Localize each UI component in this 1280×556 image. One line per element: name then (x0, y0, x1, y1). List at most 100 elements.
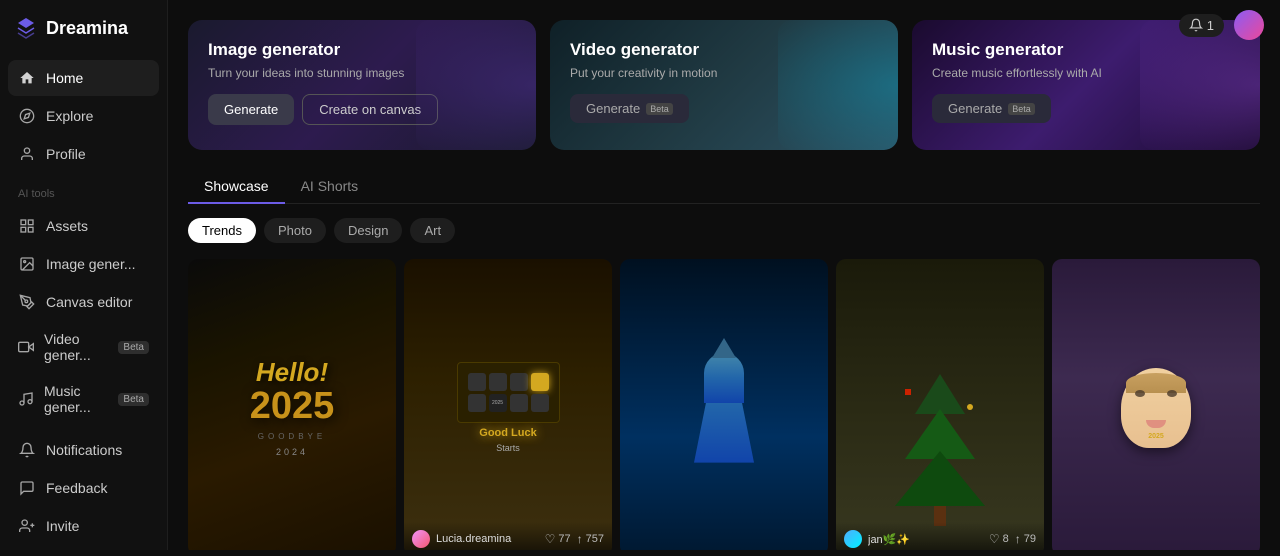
starts-text: Starts (496, 443, 520, 453)
user-icon (18, 145, 36, 163)
bottom-nav: Notifications Feedback Invite (0, 428, 167, 556)
jan-view-count: 79 (1024, 533, 1036, 545)
nav-label-explore: Explore (46, 108, 93, 124)
view-icon: ↑ (577, 532, 583, 546)
pill-trends[interactable]: Trends (188, 218, 256, 243)
image-grid: Hello! 2025 GOODBYE 2024 (188, 259, 1260, 550)
nav-item-image-generator[interactable]: Image gener... (8, 246, 159, 282)
pill-design[interactable]: Design (334, 218, 402, 243)
video-beta-tag: Beta (646, 103, 673, 115)
ai-tools-label: AI tools (0, 176, 167, 204)
lucia-username: Lucia.dreamina (436, 533, 539, 545)
lucia-likes: ♡ 77 (545, 532, 571, 546)
pill-photo[interactable]: Photo (264, 218, 326, 243)
nav-item-canvas-editor[interactable]: Canvas editor (8, 284, 159, 320)
nav-item-feedback[interactable]: Feedback (8, 470, 159, 506)
baby-face: 2025 (1121, 368, 1191, 448)
tab-showcase[interactable]: Showcase (188, 170, 285, 204)
nav-label-canvas: Canvas editor (46, 294, 132, 310)
baby-bg: 2025 (1052, 259, 1260, 550)
jan-avatar (844, 530, 862, 548)
nav-item-profile[interactable]: Profile (8, 136, 159, 172)
music-beta-badge: Beta (118, 393, 149, 406)
logo-text: Dreamina (46, 18, 128, 39)
generator-grid: Image generator Turn your ideas into stu… (188, 20, 1260, 150)
home-icon (18, 69, 36, 87)
figure-body (694, 403, 754, 463)
showcase-tabs: Showcase AI Shorts (188, 170, 1260, 204)
pen-tool-icon (18, 293, 36, 311)
nav-item-assets[interactable]: Assets (8, 208, 159, 244)
hello-year: 2025 (250, 385, 335, 428)
nav-item-notifications[interactable]: Notifications (8, 432, 159, 468)
video-generator-card: Video generator Put your creativity in m… (550, 20, 898, 150)
image-hello2025-bg: Hello! 2025 GOODBYE 2024 (188, 259, 396, 550)
sidebar: Dreamina Home Explore Profile AI tools (0, 0, 168, 550)
view-icon2: ↑ (1015, 532, 1021, 546)
logo[interactable]: Dreamina (0, 0, 167, 56)
nav-item-invite[interactable]: Invite (8, 508, 159, 544)
video-beta-badge: Beta (118, 341, 149, 354)
notification-button[interactable]: 1 (1179, 14, 1224, 37)
nav-label-feedback: Feedback (46, 480, 107, 496)
user-avatar[interactable] (1234, 10, 1264, 40)
image-card-keyboard[interactable]: 2025 Good Luck Starts Lucia.dreamina ♡ 7… (404, 259, 612, 550)
image-card-hello2025[interactable]: Hello! 2025 GOODBYE 2024 (188, 259, 396, 550)
shark-bg (620, 259, 828, 550)
nav-item-video-generator[interactable]: Video gener... Beta (8, 322, 159, 372)
music-icon (18, 390, 34, 408)
nav-label-invite: Invite (46, 518, 79, 534)
nav-label-home: Home (46, 70, 83, 86)
lucia-view-count: 757 (586, 533, 604, 545)
main-content: 1 Image generator Turn your ideas into s… (168, 0, 1280, 550)
nav-label-notifications: Notifications (46, 442, 122, 458)
jan-username: jan🌿✨ (868, 533, 983, 546)
image-generator-card: Image generator Turn your ideas into stu… (188, 20, 536, 150)
nav-item-explore[interactable]: Explore (8, 98, 159, 134)
keyboard-bg: 2025 Good Luck Starts (404, 259, 612, 550)
keyboard-card-footer: Lucia.dreamina ♡ 77 ↑ 757 (404, 522, 612, 550)
nav-label-assets: Assets (46, 218, 88, 234)
music-generate-button[interactable]: Generate Beta (932, 94, 1051, 123)
message-icon (18, 479, 36, 497)
compass-icon (18, 107, 36, 125)
nav-item-music-generator[interactable]: Music gener... Beta (8, 374, 159, 424)
nav-label-profile: Profile (46, 146, 86, 162)
lucia-avatar (412, 530, 430, 548)
image-generate-button[interactable]: Generate (208, 94, 294, 125)
christmas-bg (836, 259, 1044, 550)
christmas-card-footer: jan🌿✨ ♡ 8 ↑ 79 (836, 522, 1044, 550)
heart-icon2: ♡ (989, 532, 1000, 546)
goodluck-text: Good Luck (479, 427, 536, 439)
image-icon (18, 255, 36, 273)
jan-likes: ♡ 8 (989, 532, 1009, 546)
pill-art[interactable]: Art (410, 218, 455, 243)
nav-label-image-gen: Image gener... (46, 256, 136, 272)
nav-label-video-gen: Video gener... (44, 331, 108, 363)
top-header: 1 (1179, 10, 1264, 40)
grid-icon (18, 217, 36, 235)
music-beta-tag: Beta (1008, 103, 1035, 115)
image-card-christmas[interactable]: jan🌿✨ ♡ 8 ↑ 79 (836, 259, 1044, 550)
video-generate-button[interactable]: Generate Beta (570, 94, 689, 123)
jan-like-count: 8 (1003, 533, 1009, 545)
video-icon (18, 338, 34, 356)
year-sub: 2024 (276, 447, 308, 457)
user-plus-icon (18, 517, 36, 535)
figure-head (704, 353, 744, 403)
tab-ai-shorts[interactable]: AI Shorts (285, 170, 375, 204)
nav-label-music-gen: Music gener... (44, 383, 108, 415)
filter-pills: Trends Photo Design Art (188, 218, 1260, 243)
main-nav: Home Explore Profile (0, 56, 167, 176)
heart-icon: ♡ (545, 532, 556, 546)
jan-views: ↑ 79 (1015, 532, 1036, 546)
logo-icon (14, 16, 38, 40)
ai-tools-nav: Assets Image gener... Canvas editor Vide… (0, 204, 167, 428)
goodbye-text: GOODBYE (258, 432, 326, 441)
bell-icon (18, 441, 36, 459)
nav-item-home[interactable]: Home (8, 60, 159, 96)
image-card-shark[interactable] (620, 259, 828, 550)
notification-count: 1 (1207, 18, 1214, 33)
hello-text: Hello! (256, 359, 328, 385)
image-card-baby[interactable]: 2025 (1052, 259, 1260, 550)
